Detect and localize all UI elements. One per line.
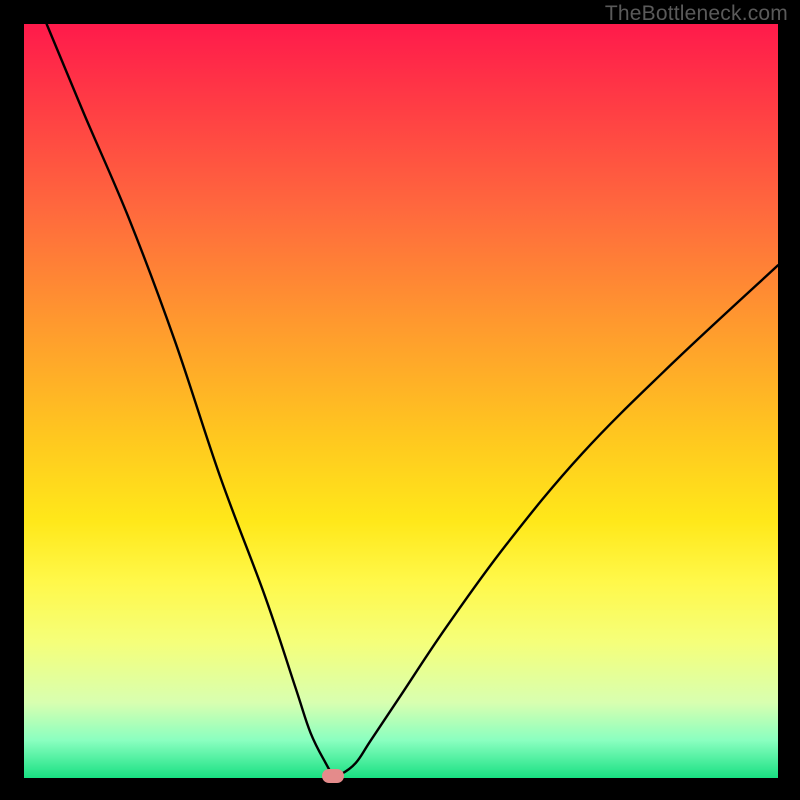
- watermark-text: TheBottleneck.com: [605, 2, 788, 26]
- optimum-marker: [322, 769, 344, 783]
- bottleneck-curve: [47, 24, 778, 776]
- curve-layer: [24, 24, 778, 778]
- chart-frame: TheBottleneck.com: [0, 0, 800, 800]
